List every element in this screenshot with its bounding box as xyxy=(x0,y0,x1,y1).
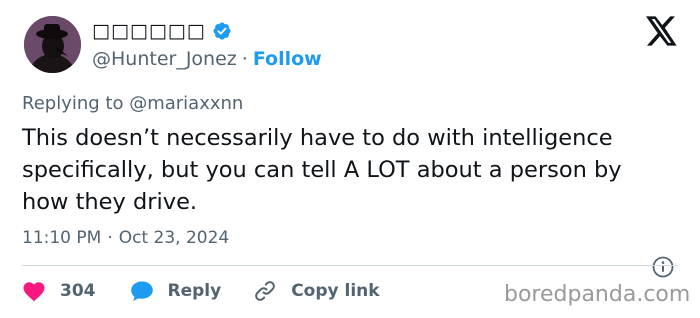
copy-link-label: Copy link xyxy=(291,281,380,301)
tweet-date: Oct 23, 2024 xyxy=(118,228,230,248)
verified-badge-icon xyxy=(212,21,232,41)
x-logo-icon[interactable] xyxy=(646,16,678,46)
tweet-timestamp[interactable]: 11:10 PM · Oct 23, 2024 xyxy=(22,228,229,248)
author-display-name[interactable]: □□□□□□ xyxy=(92,20,206,42)
heart-icon xyxy=(23,282,45,302)
author-display-name-row: □□□□□□ xyxy=(92,20,232,42)
copy-link-button[interactable]: Copy link xyxy=(253,279,380,303)
avatar[interactable] xyxy=(24,16,81,73)
author-handle-row: @Hunter_Jonez · Follow xyxy=(92,48,322,70)
reply-context-prefix: Replying to xyxy=(22,93,124,114)
reply-context-mention[interactable]: @mariaxxnn xyxy=(129,93,243,114)
reply-button[interactable]: Reply xyxy=(130,280,222,302)
reply-context: Replying to @mariaxxnn xyxy=(22,93,243,114)
reply-label: Reply xyxy=(167,281,222,301)
author-handle[interactable]: @Hunter_Jonez xyxy=(92,48,237,70)
action-bar: 304 Reply Copy link xyxy=(22,278,380,304)
info-icon[interactable] xyxy=(652,256,674,278)
like-button[interactable]: 304 xyxy=(22,280,96,302)
watermark: boredpanda.com xyxy=(504,282,691,307)
tweet-text: This doesn’t necessarily have to do with… xyxy=(22,125,622,215)
follow-button[interactable]: Follow xyxy=(253,48,322,70)
timestamp-separator: · xyxy=(107,228,113,248)
handle-separator: · xyxy=(241,48,248,70)
divider xyxy=(22,265,678,266)
link-icon xyxy=(255,281,276,301)
tweet-time: 11:10 PM xyxy=(22,228,102,248)
speech-bubble-icon xyxy=(130,281,153,301)
like-count: 304 xyxy=(60,281,96,301)
avatar-image xyxy=(24,16,81,73)
